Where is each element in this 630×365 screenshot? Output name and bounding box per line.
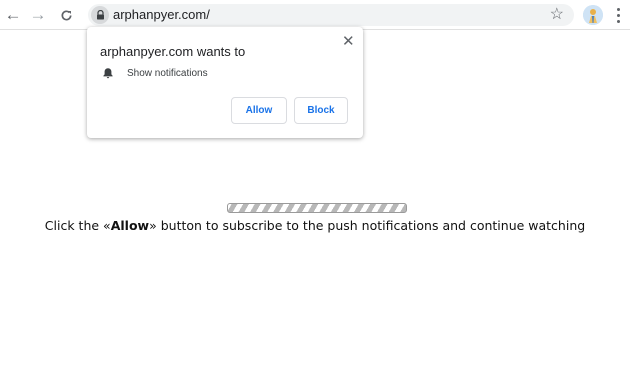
notification-permission-popup: arphanpyer.com wants to ✕ Show notificat… [87, 27, 363, 138]
browser-toolbar: ← → arphanpyer.com/ ☆ [0, 0, 630, 30]
url-text[interactable]: arphanpyer.com/ [113, 7, 210, 23]
permission-row: Show notifications [102, 67, 208, 79]
message-text-before: Click the « [44, 218, 111, 233]
avatar[interactable] [583, 5, 603, 25]
popup-title: arphanpyer.com wants to [100, 44, 246, 59]
subscribe-message: Click the «Allow» button to subscribe to… [0, 218, 630, 233]
close-icon[interactable]: ✕ [342, 32, 355, 50]
bell-icon [103, 68, 113, 79]
back-arrow-icon[interactable]: ← [2, 4, 24, 26]
reload-icon[interactable] [55, 4, 77, 26]
forward-arrow-icon[interactable]: → [27, 4, 49, 26]
loading-progress-bar [227, 203, 407, 213]
bookmark-star-icon[interactable]: ☆ [550, 5, 564, 25]
permission-label: Show notifications [127, 67, 208, 79]
message-allow-word: Allow [110, 218, 150, 233]
kebab-menu-icon[interactable] [612, 5, 624, 25]
lock-icon[interactable] [91, 6, 109, 24]
message-text-after: » button to subscribe to the push notifi… [149, 218, 586, 233]
address-bar[interactable]: arphanpyer.com/ ☆ [88, 4, 574, 26]
allow-button[interactable]: Allow [231, 97, 287, 124]
block-button[interactable]: Block [294, 97, 348, 124]
